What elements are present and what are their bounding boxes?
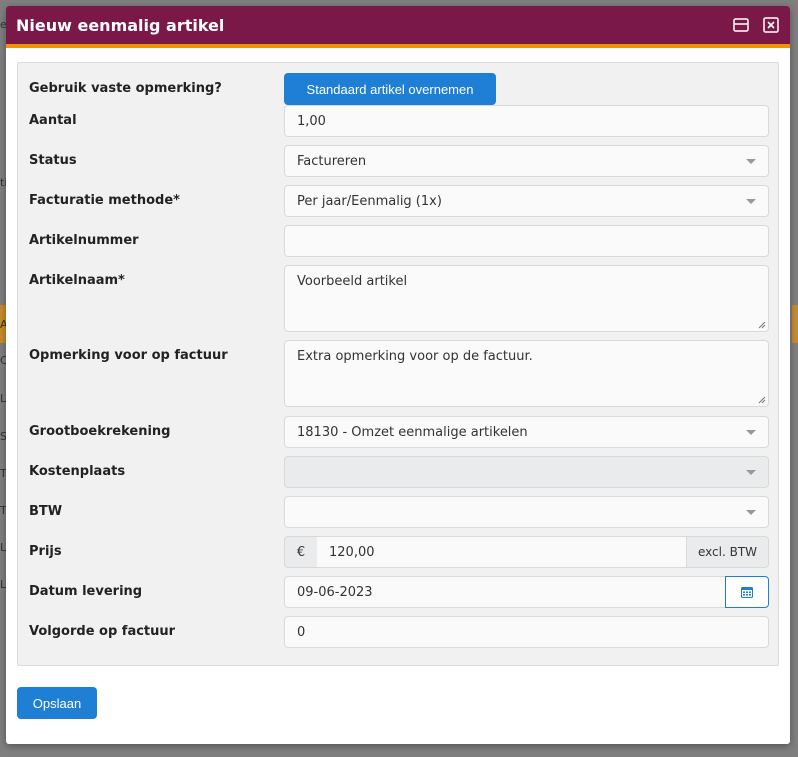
facturatie-methode-label: Facturatie methode*: [29, 193, 180, 208]
artikelnummer-input[interactable]: [284, 225, 769, 257]
artikelnaam-value: Voorbeeld artikel: [297, 274, 408, 289]
close-icon[interactable]: [762, 16, 780, 34]
artikelnaam-label: Artikelnaam*: [29, 273, 125, 288]
calendar-button[interactable]: [725, 576, 769, 608]
facturatie-methode-select[interactable]: Per jaar/Eenmalig (1x): [284, 185, 769, 217]
btw-label: BTW: [29, 504, 63, 519]
datum-levering-label: Datum levering: [29, 584, 143, 599]
kostenplaats-select[interactable]: [284, 456, 769, 488]
modal-dialog: Nieuw eenmalig artikel Gebruik vaste opm…: [6, 6, 790, 744]
opmerking-value: Extra opmerking voor op de factuur.: [297, 349, 533, 364]
form-panel: Gebruik vaste opmerking? Standaard artik…: [17, 62, 779, 666]
chevron-down-icon: [746, 510, 756, 515]
save-button[interactable]: Opslaan: [17, 687, 97, 719]
resize-grip-icon[interactable]: [758, 321, 766, 329]
volgorde-label: Volgorde op factuur: [29, 624, 176, 639]
artikelnummer-label: Artikelnummer: [29, 233, 139, 248]
modal-header: Nieuw eenmalig artikel: [6, 6, 790, 48]
calendar-icon: [741, 587, 753, 598]
opmerking-textarea[interactable]: Extra opmerking voor op de factuur.: [284, 340, 769, 407]
chevron-down-icon: [746, 199, 756, 204]
standaard-artikel-overnemen-button[interactable]: Standaard artikel overnemen: [284, 73, 496, 105]
volgorde-input[interactable]: 0: [284, 616, 769, 648]
opmerking-label: Opmerking voor op factuur: [29, 348, 228, 363]
grootboekrekening-select[interactable]: 18130 - Omzet eenmalige artikelen: [284, 416, 769, 448]
euro-prefix: €: [284, 536, 318, 568]
chevron-down-icon: [746, 470, 756, 475]
prijs-input[interactable]: 120,00: [317, 536, 687, 568]
status-label: Status: [29, 153, 77, 168]
status-select[interactable]: Factureren: [284, 145, 769, 177]
grootboekrekening-label: Grootboekrekening: [29, 424, 171, 439]
grootboekrekening-value: 18130 - Omzet eenmalige artikelen: [297, 424, 528, 440]
facturatie-methode-value: Per jaar/Eenmalig (1x): [297, 193, 442, 209]
window-maximize-icon[interactable]: [732, 16, 750, 34]
artikelnaam-textarea[interactable]: Voorbeeld artikel: [284, 265, 769, 332]
chevron-down-icon: [746, 430, 756, 435]
resize-grip-icon[interactable]: [758, 396, 766, 404]
chevron-down-icon: [746, 159, 756, 164]
background-orange-strip-right: [792, 305, 798, 343]
kostenplaats-label: Kostenplaats: [29, 464, 126, 479]
aantal-input[interactable]: 1,00: [284, 105, 769, 137]
datum-levering-input[interactable]: 09-06-2023: [284, 576, 726, 608]
excl-btw-suffix: excl. BTW: [686, 536, 769, 568]
modal-title: Nieuw eenmalig artikel: [16, 15, 225, 35]
btw-select[interactable]: [284, 496, 769, 528]
prijs-label: Prijs: [29, 544, 62, 559]
aantal-label: Aantal: [29, 113, 77, 128]
status-select-value: Factureren: [297, 153, 367, 169]
vaste-opmerking-label: Gebruik vaste opmerking?: [29, 81, 222, 96]
